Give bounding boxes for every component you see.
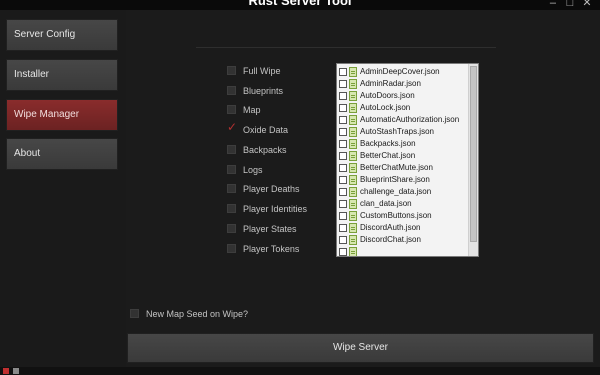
file-name: challenge_data.json <box>360 187 432 196</box>
json-file-icon <box>349 103 357 113</box>
taskbar-strip <box>0 367 600 375</box>
file-checkbox[interactable] <box>339 248 347 256</box>
checkbox-box[interactable] <box>227 204 236 213</box>
nav-label: About <box>14 148 41 159</box>
file-name: AdminDeepCover.json <box>360 67 440 76</box>
sidebar: Server Config Installer Wipe Manager Abo… <box>0 10 124 375</box>
file-name: clan_data.json <box>360 199 412 208</box>
file-checkbox[interactable] <box>339 164 347 172</box>
checkbox-box[interactable] <box>227 224 236 233</box>
wipe-manager-panel: Full Wipe Blueprints Map ✓ Oxide Data Ba… <box>126 10 600 375</box>
file-list-scrollbar[interactable] <box>468 64 478 256</box>
file-checkbox[interactable] <box>339 116 347 124</box>
wipe-server-label: Wipe Server <box>332 342 388 353</box>
checkbox-box[interactable] <box>130 309 139 318</box>
checkbox-label: New Map Seed on Wipe? <box>146 309 249 319</box>
nav-installer-button[interactable]: Installer <box>6 59 118 91</box>
file-checkbox[interactable] <box>339 212 347 220</box>
file-name: BetterChat.json <box>360 151 416 160</box>
file-checkbox[interactable] <box>339 104 347 112</box>
minimize-icon[interactable]: – <box>546 0 560 9</box>
checkbox-box[interactable] <box>227 66 236 75</box>
json-file-icon <box>349 211 357 221</box>
json-file-icon <box>349 223 357 233</box>
json-file-icon <box>349 91 357 101</box>
file-checkbox[interactable] <box>339 200 347 208</box>
file-name: DiscordChat.json <box>360 235 421 244</box>
json-file-icon <box>349 187 357 197</box>
file-checkbox[interactable] <box>339 92 347 100</box>
json-file-icon <box>349 163 357 173</box>
checkbox-label: Player Tokens <box>243 244 300 254</box>
scrollbar-thumb[interactable] <box>470 66 477 242</box>
file-name: DiscordAuth.json <box>360 223 421 232</box>
nav-about-button[interactable]: About <box>6 138 118 170</box>
file-name: BetterChatMute.json <box>360 163 433 172</box>
checkbox-label: Oxide Data <box>243 125 289 135</box>
json-file-icon <box>349 175 357 185</box>
json-file-icon <box>349 115 357 125</box>
checkbox-box[interactable] <box>227 244 236 253</box>
flag-icon <box>3 368 9 374</box>
nav-label: Installer <box>14 69 50 80</box>
checkbox-box[interactable] <box>227 165 236 174</box>
checkbox-box[interactable] <box>227 86 236 95</box>
checkbox-label: Full Wipe <box>243 66 281 76</box>
nav-server-config-button[interactable]: Server Config <box>6 19 118 51</box>
file-name: AutoStashTraps.json <box>360 127 434 136</box>
close-icon[interactable]: ✕ <box>580 0 594 9</box>
json-file-icon <box>349 151 357 161</box>
nav-wipe-manager-button[interactable]: Wipe Manager <box>6 99 118 131</box>
checkbox-box[interactable] <box>227 145 236 154</box>
json-file-icon <box>349 199 357 209</box>
json-file-icon <box>349 67 357 77</box>
checkbox-label: Player Deaths <box>243 184 300 194</box>
file-name: BlueprintShare.json <box>360 175 430 184</box>
divider <box>196 47 496 48</box>
file-name: AdminRadar.json <box>360 79 421 88</box>
file-checkbox[interactable] <box>339 176 347 184</box>
checkmark-icon[interactable]: ✓ <box>227 121 237 133</box>
checkbox-label: Map <box>243 105 261 115</box>
json-file-icon <box>349 247 357 256</box>
file-name: CustomButtons.json <box>360 211 432 220</box>
file-name: Backpacks.json <box>360 139 416 148</box>
file-checkbox[interactable] <box>339 140 347 148</box>
maximize-icon[interactable]: □ <box>563 0 577 9</box>
checkbox-label: Player States <box>243 224 297 234</box>
checkbox-label: Blueprints <box>243 86 284 96</box>
checkbox-box[interactable] <box>227 105 236 114</box>
file-name: AutoLock.json <box>360 103 411 112</box>
file-checkbox[interactable] <box>339 152 347 160</box>
file-checkbox[interactable] <box>339 80 347 88</box>
json-file-icon <box>349 79 357 89</box>
checkbox-label: Player Identities <box>243 204 308 214</box>
file-checkbox[interactable] <box>339 128 347 136</box>
file-name: AutoDoors.json <box>360 91 415 100</box>
file-checkbox[interactable] <box>339 236 347 244</box>
title-bar: Rust Server Tool – □ ✕ <box>0 0 600 10</box>
nav-label: Wipe Manager <box>14 109 80 120</box>
file-checkbox[interactable] <box>339 224 347 232</box>
wipe-server-button[interactable]: Wipe Server <box>127 333 594 363</box>
file-checkbox[interactable] <box>339 188 347 196</box>
file-name: AutomaticAuthorization.json <box>360 115 460 124</box>
json-file-icon <box>349 139 357 149</box>
window-title: Rust Server Tool <box>248 0 352 8</box>
oxide-data-file-list[interactable]: AdminDeepCover.json AdminRadar.json Auto… <box>336 63 479 257</box>
tray-icon <box>13 368 19 374</box>
nav-label: Server Config <box>14 29 76 40</box>
json-file-icon <box>349 235 357 245</box>
file-checkbox[interactable] <box>339 68 347 76</box>
checkbox-box[interactable] <box>227 184 236 193</box>
checkbox-label: Backpacks <box>243 145 287 155</box>
json-file-icon <box>349 127 357 137</box>
checkbox-label: Logs <box>243 165 263 175</box>
window-controls: – □ ✕ <box>546 0 594 9</box>
